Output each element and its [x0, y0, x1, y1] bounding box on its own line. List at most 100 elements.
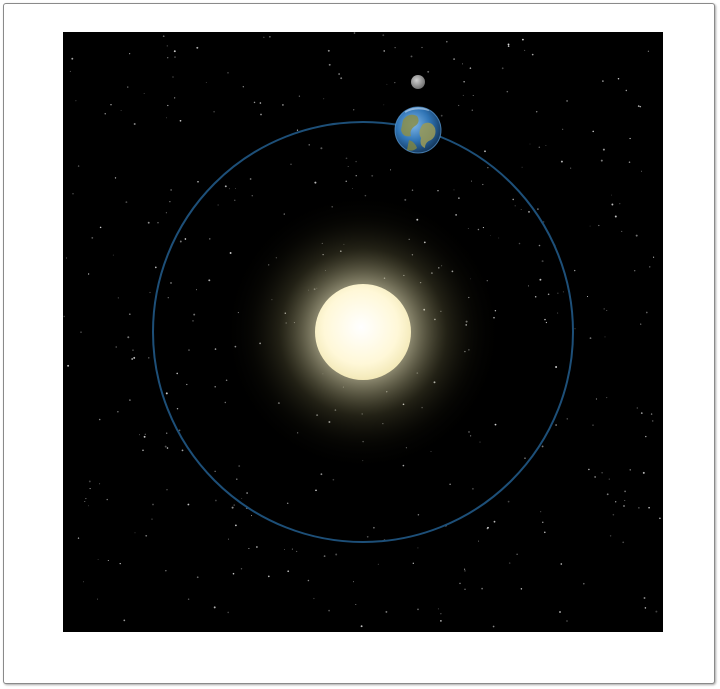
star: [267, 575, 270, 578]
star: [602, 148, 605, 151]
star: [353, 32, 356, 34]
star: [323, 98, 325, 100]
star: [410, 55, 413, 58]
star: [507, 45, 510, 47]
star: [640, 412, 643, 414]
star: [187, 598, 190, 600]
star: [170, 189, 172, 191]
star: [125, 201, 128, 204]
star: [251, 515, 252, 517]
star: [437, 189, 439, 192]
star: [117, 411, 119, 413]
star: [132, 349, 134, 351]
star: [164, 445, 167, 448]
star: [600, 159, 603, 162]
star: [88, 480, 91, 483]
star: [283, 213, 285, 215]
star: [508, 562, 511, 564]
star: [492, 625, 495, 628]
star: [328, 609, 330, 612]
star: [65, 257, 68, 259]
star: [528, 211, 530, 213]
star: [446, 40, 448, 43]
star: [592, 130, 594, 133]
star: [574, 328, 576, 330]
star: [119, 562, 121, 565]
star: [347, 165, 349, 168]
star: [512, 198, 514, 201]
star: [296, 129, 299, 131]
star: [229, 252, 232, 254]
star: [390, 169, 392, 171]
star: [99, 483, 101, 485]
star: [131, 358, 134, 360]
star: [624, 490, 626, 493]
star: [242, 86, 244, 88]
star: [383, 104, 385, 106]
star: [437, 608, 439, 610]
star: [469, 67, 472, 69]
star: [622, 541, 625, 544]
moon-icon[interactable]: [411, 75, 425, 89]
star: [611, 203, 614, 206]
star: [440, 620, 442, 622]
star: [629, 469, 631, 471]
star: [228, 188, 230, 190]
star: [154, 266, 157, 269]
star: [251, 195, 253, 197]
star: [115, 346, 117, 348]
star: [589, 337, 592, 339]
star: [482, 227, 484, 229]
star: [559, 611, 561, 613]
star: [629, 137, 631, 140]
star: [470, 435, 472, 437]
star: [80, 331, 82, 333]
star: [148, 357, 150, 359]
star: [463, 81, 465, 83]
star: [340, 77, 343, 80]
star: [169, 201, 171, 203]
star: [555, 366, 558, 368]
star: [383, 50, 385, 52]
simulation-canvas[interactable]: [63, 32, 663, 632]
star: [385, 610, 388, 613]
star: [427, 70, 430, 73]
star: [574, 269, 576, 272]
star: [77, 165, 80, 167]
star: [614, 215, 617, 218]
star: [157, 222, 159, 224]
sun-icon: [315, 284, 411, 380]
star: [527, 285, 529, 287]
star: [253, 101, 256, 104]
star: [63, 315, 65, 318]
star: [284, 549, 285, 551]
star: [352, 188, 353, 190]
star: [464, 570, 466, 572]
star: [320, 147, 323, 150]
earth-icon[interactable]: [394, 106, 442, 154]
star: [471, 487, 474, 490]
star: [167, 57, 169, 59]
star: [594, 476, 596, 478]
star: [353, 109, 355, 111]
star: [635, 234, 638, 237]
star: [440, 114, 443, 117]
star: [538, 146, 541, 149]
star: [455, 214, 457, 216]
star: [129, 53, 131, 55]
star: [296, 550, 298, 552]
star: [224, 401, 227, 404]
star: [602, 80, 604, 82]
star: [205, 82, 207, 84]
star: [471, 180, 472, 182]
star: [453, 58, 456, 61]
star: [106, 498, 108, 501]
star: [462, 94, 464, 96]
star: [566, 418, 568, 420]
star: [382, 34, 385, 37]
star: [545, 321, 548, 324]
star: [647, 50, 650, 52]
star: [249, 178, 252, 180]
star: [215, 499, 217, 502]
star: [633, 269, 636, 272]
